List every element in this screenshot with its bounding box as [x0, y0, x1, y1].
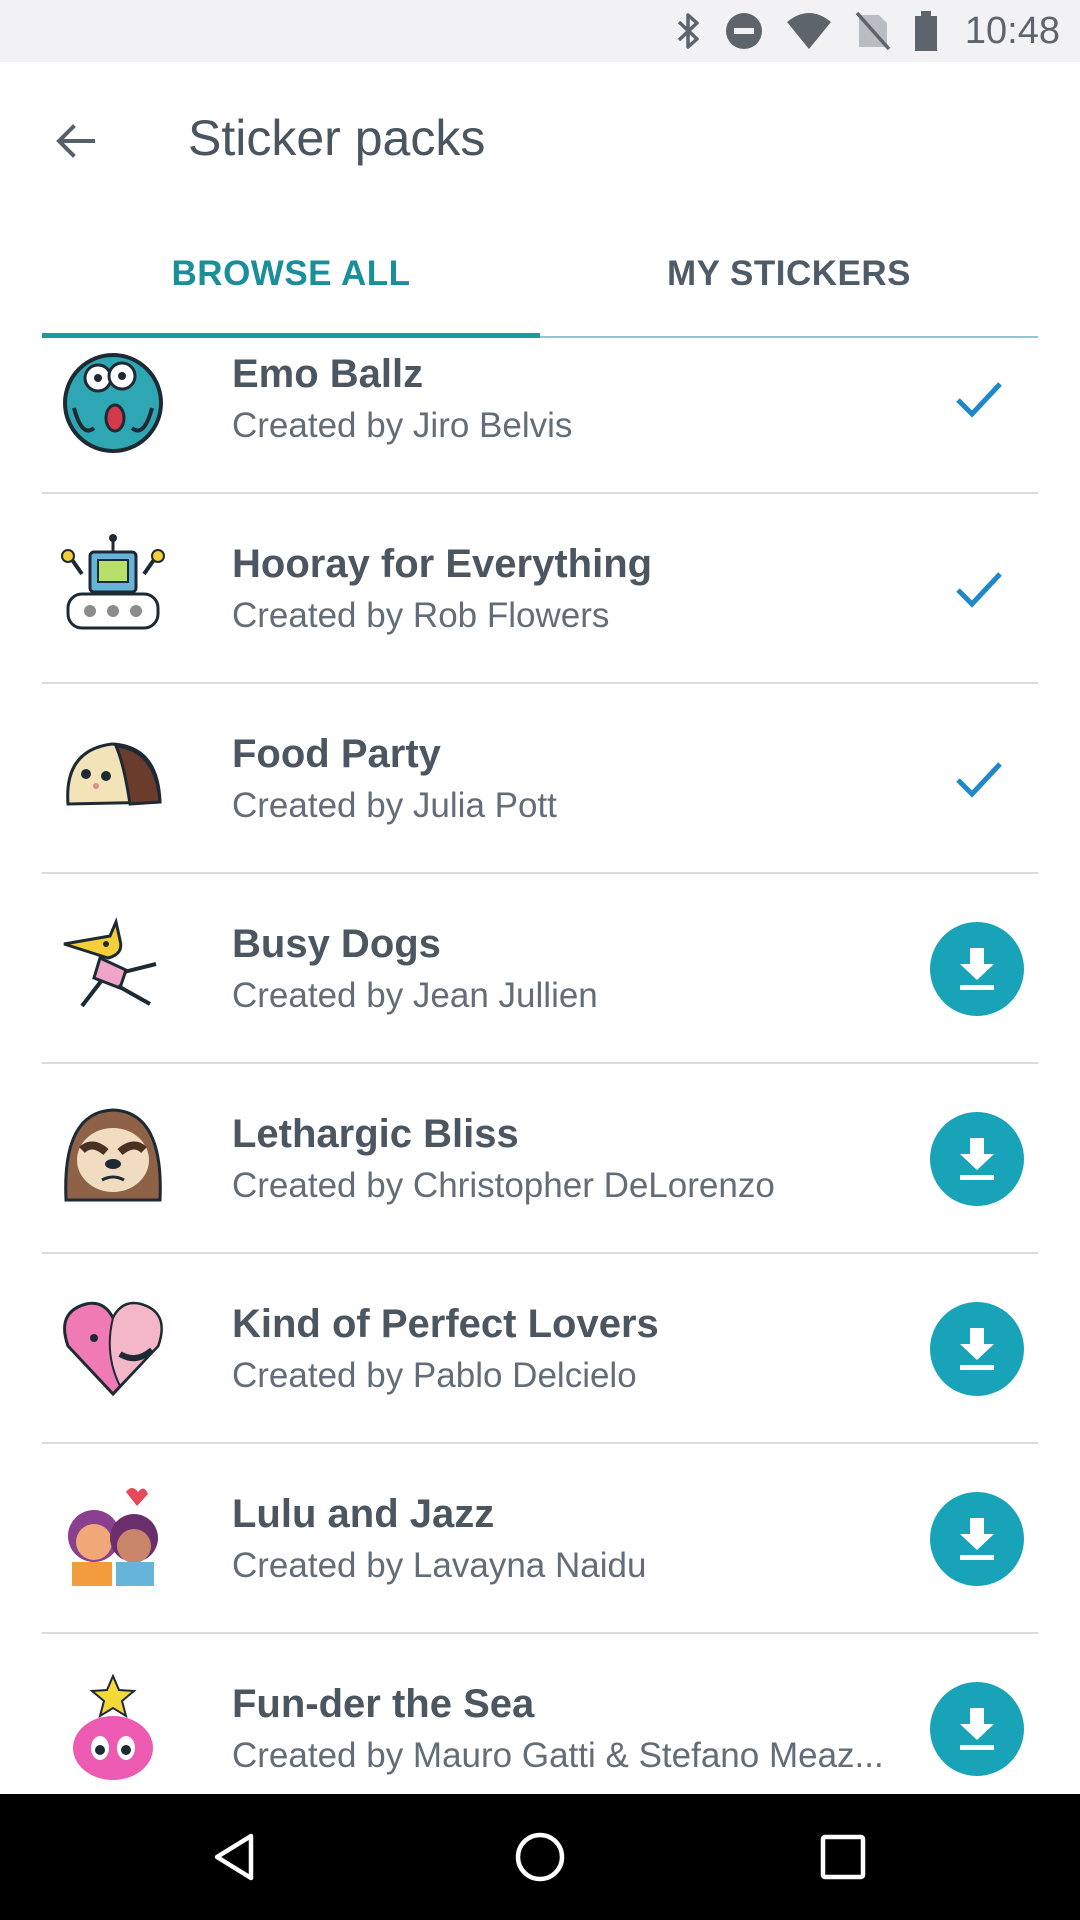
bluetooth-icon [673, 11, 703, 51]
pack-name: Food Party [232, 732, 441, 776]
download-icon [960, 1708, 994, 1750]
download-button[interactable] [930, 1492, 1024, 1586]
nav-back-button[interactable] [206, 1827, 266, 1887]
home-circle-icon [515, 1832, 565, 1882]
pack-thumbnail [60, 348, 166, 454]
list-item[interactable]: Busy Dogs Created by Jean Jullien [42, 874, 1038, 1064]
list-item[interactable]: Hooray for Everything Created by Rob Flo… [42, 494, 1038, 684]
no-sim-icon [855, 11, 891, 51]
do-not-disturb-icon [725, 12, 763, 50]
pack-name: Emo Ballz [232, 352, 424, 396]
list-item[interactable]: Lulu and Jazz Created by Lavayna Naidu [42, 1444, 1038, 1634]
page-title: Sticker packs [188, 110, 486, 166]
download-button[interactable] [930, 1302, 1024, 1396]
pack-author: Created by Pablo Delcielo [232, 1356, 637, 1395]
navigation-bar [0, 1794, 1080, 1920]
download-button[interactable] [930, 1682, 1024, 1776]
nav-home-button[interactable] [510, 1827, 570, 1887]
emo-ball-icon [63, 353, 163, 453]
recents-square-icon [820, 1834, 866, 1880]
download-icon [960, 1518, 994, 1560]
pack-author: Created by Rob Flowers [232, 596, 610, 635]
pack-thumbnail [60, 1484, 166, 1590]
arrow-back-icon [56, 124, 95, 158]
list-item[interactable]: Food Party Created by Julia Pott [42, 684, 1038, 874]
status-time: 10:48 [964, 9, 1060, 52]
pack-name: Lulu and Jazz [232, 1492, 495, 1536]
wifi-icon [785, 12, 833, 50]
check-icon [948, 748, 1008, 808]
pack-author: Created by Jiro Belvis [232, 406, 573, 445]
pack-name: Hooray for Everything [232, 542, 653, 586]
download-button[interactable] [930, 1112, 1024, 1206]
pack-thumbnail [60, 1294, 166, 1400]
robot-icon [61, 534, 165, 630]
pack-author: Created by Julia Pott [232, 786, 557, 825]
app-bar: Sticker packs [0, 62, 1080, 212]
download-icon [960, 1328, 994, 1370]
list-item[interactable]: Emo Ballz Created by Jiro Belvis [42, 338, 1038, 494]
nav-recents-button[interactable] [813, 1827, 873, 1887]
pack-thumbnail [60, 1674, 166, 1780]
check-icon [948, 558, 1008, 618]
check-icon [948, 368, 1008, 428]
octopus-star-icon [73, 1674, 153, 1780]
battery-icon [913, 10, 939, 52]
pack-name: Busy Dogs [232, 922, 441, 966]
pack-name: Fun-der the Sea [232, 1682, 535, 1726]
back-triangle-icon [214, 1833, 254, 1881]
running-dog-icon [63, 917, 157, 1008]
status-bar: 10:48 [0, 0, 1080, 62]
taco-icon [66, 742, 162, 806]
tab-my-stickers[interactable]: MY STICKERS [540, 212, 1038, 336]
list-item[interactable]: Fun-der the Sea Created by Mauro Gatti &… [42, 1634, 1038, 1794]
pack-author: Created by Mauro Gatti & Stefano Meaz... [232, 1736, 884, 1775]
pack-name: Kind of Perfect Lovers [232, 1302, 659, 1346]
sticker-pack-list[interactable]: Emo Ballz Created by Jiro Belvis Hooray … [0, 338, 1080, 1794]
tab-bar: BROWSE ALL MY STICKERS [42, 212, 1038, 338]
pack-author: Created by Christopher DeLorenzo [232, 1166, 775, 1205]
pack-author: Created by Lavayna Naidu [232, 1546, 647, 1585]
couple-icon [68, 1488, 158, 1586]
sloth-icon [64, 1108, 162, 1202]
pack-author: Created by Jean Jullien [232, 976, 598, 1015]
download-button[interactable] [930, 922, 1024, 1016]
back-button[interactable] [40, 106, 110, 176]
pack-thumbnail [60, 914, 166, 1020]
list-item[interactable]: Lethargic Bliss Created by Christopher D… [42, 1064, 1038, 1254]
list-item[interactable]: Kind of Perfect Lovers Created by Pablo … [42, 1254, 1038, 1444]
tab-browse-all[interactable]: BROWSE ALL [42, 212, 540, 336]
pack-thumbnail [60, 724, 166, 830]
download-icon [960, 1138, 994, 1180]
pack-name: Lethargic Bliss [232, 1112, 519, 1156]
pack-thumbnail [60, 534, 166, 640]
download-icon [960, 948, 994, 990]
pack-thumbnail [60, 1104, 166, 1210]
heart-lovers-icon [63, 1301, 163, 1397]
